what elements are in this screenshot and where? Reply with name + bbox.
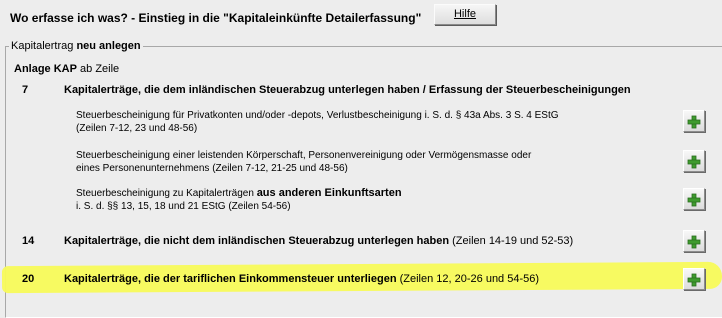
- anlage-label: Anlage KAP ab Zeile: [14, 63, 119, 75]
- row-number-14: 14: [22, 235, 35, 247]
- row-title-20: Kapitalerträge, die der tariflichen Eink…: [64, 273, 539, 285]
- plus-icon: [687, 155, 701, 169]
- anlage-label-bold: Anlage KAP: [14, 63, 77, 75]
- subitem-koerperschaft: Steuerbescheinigung einer leistenden Kör…: [76, 149, 531, 175]
- add-row-20-button[interactable]: [683, 268, 705, 290]
- add-andere-einkunftsarten-button[interactable]: [683, 188, 705, 210]
- subitem-koerperschaft-line1: Steuerbescheinigung einer leistenden Kör…: [76, 150, 532, 161]
- group-legend: Kapitalertrag neu anlegen: [9, 40, 143, 52]
- group-legend-bold: neu anlegen: [76, 40, 141, 52]
- group-legend-prefix: Kapitalertrag: [11, 40, 77, 52]
- row-title-7: Kapitalerträge, die dem inländischen Ste…: [64, 84, 631, 96]
- row-number-7: 7: [22, 84, 29, 96]
- row-title-14-suffix: (Zeilen 14-19 und 52-53): [449, 235, 574, 247]
- add-koerperschaft-button[interactable]: [683, 150, 705, 172]
- subitem-andere-line1-prefix: Steuerbescheinigung zu Kapitalerträgen: [76, 188, 257, 199]
- subitem-privatkonten-line2: (Zeilen 7-12, 23 und 48-56): [76, 123, 198, 134]
- subitem-privatkonten-line1: Steuerbescheinigung für Privatkonten und…: [76, 110, 559, 121]
- help-button-label: Hilfe: [453, 8, 476, 20]
- subitem-andere-einkunftsarten: Steuerbescheinigung zu Kapitalerträgen a…: [76, 187, 402, 213]
- row-title-20-suffix: (Zeilen 12, 20-26 und 54-56): [396, 273, 540, 285]
- plus-icon: [687, 273, 701, 287]
- plus-icon: [687, 193, 701, 207]
- add-row-14-button[interactable]: [683, 230, 705, 252]
- subitem-privatkonten: Steuerbescheinigung für Privatkonten und…: [76, 109, 559, 135]
- row-title-14-text: Kapitalerträge, die nicht dem inländisch…: [64, 235, 450, 247]
- row-title-14: Kapitalerträge, die nicht dem inländisch…: [64, 235, 573, 247]
- row-title-20-text: Kapitalerträge, die der tariflichen Eink…: [64, 273, 397, 285]
- subitem-koerperschaft-line2: eines Personenunternehmens (Zeilen 7-12,…: [76, 163, 348, 174]
- anlage-label-rest: ab Zeile: [76, 63, 120, 75]
- plus-icon: [687, 235, 701, 249]
- subitem-andere-line1: Steuerbescheinigung zu Kapitalerträgen a…: [76, 187, 402, 200]
- subitem-andere-line1-bold: aus anderen Einkunftsarten: [256, 187, 402, 199]
- add-privatkonten-button[interactable]: [683, 110, 705, 132]
- page-title: Wo erfasse ich was? - Einstieg in die "K…: [10, 11, 422, 25]
- help-button[interactable]: Hilfe: [434, 4, 496, 25]
- plus-icon: [687, 115, 701, 129]
- row-number-20: 20: [22, 273, 35, 285]
- subitem-andere-line2: i. S. d. §§ 13, 15, 18 und 21 EStG (Zeil…: [76, 201, 291, 212]
